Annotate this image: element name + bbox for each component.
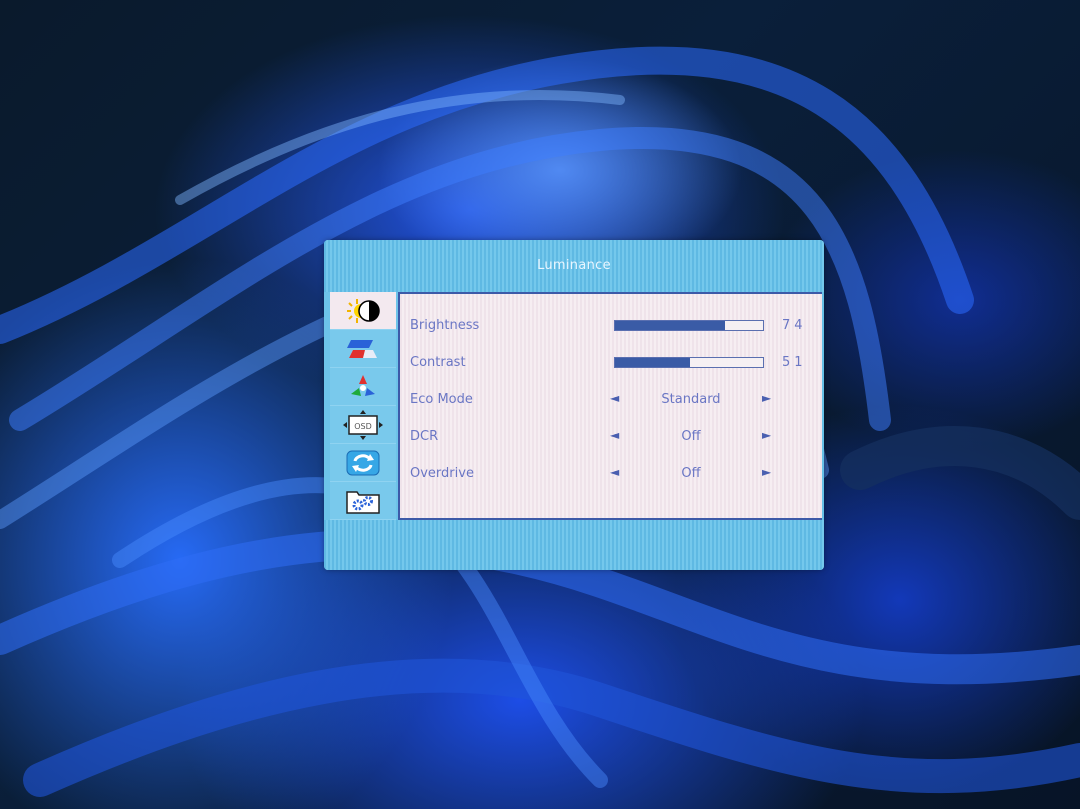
overdrive-value: Off xyxy=(681,466,701,481)
tab-extra[interactable] xyxy=(330,482,396,520)
tab-image-setup[interactable] xyxy=(330,330,396,368)
dcr-left-arrow-icon[interactable]: ◄ xyxy=(610,428,619,442)
setting-dcr[interactable]: DCR ◄ Off ► xyxy=(400,419,822,456)
osd-tab-column: OSD xyxy=(324,292,398,520)
overdrive-right-arrow-icon[interactable]: ► xyxy=(762,465,771,479)
tab-color-setup[interactable] xyxy=(330,368,396,406)
eco-mode-left-arrow-icon[interactable]: ◄ xyxy=(610,391,619,405)
overdrive-label: Overdrive xyxy=(410,466,474,481)
brightness-value: 74 xyxy=(782,318,807,333)
dcr-right-arrow-icon[interactable]: ► xyxy=(762,428,771,442)
dcr-label: DCR xyxy=(410,429,439,444)
svg-text:OSD: OSD xyxy=(354,422,372,431)
setting-eco-mode[interactable]: Eco Mode ◄ Standard ► xyxy=(400,382,822,419)
eco-mode-label: Eco Mode xyxy=(410,392,473,407)
color-setup-icon xyxy=(343,372,383,402)
brightness-slider[interactable] xyxy=(614,320,764,331)
tab-reset[interactable] xyxy=(330,444,396,482)
monitor-osd-menu: Luminance OSD Brightness 74 Contrast 51 … xyxy=(324,240,824,570)
contrast-value: 51 xyxy=(782,355,807,370)
dcr-value: Off xyxy=(681,429,701,444)
setting-contrast[interactable]: Contrast 51 xyxy=(400,345,822,382)
setting-overdrive[interactable]: Overdrive ◄ Off ► xyxy=(400,456,822,493)
brightness-contrast-icon xyxy=(343,296,383,326)
osd-setup-icon: OSD xyxy=(343,409,383,440)
brightness-label: Brightness xyxy=(410,318,480,333)
setting-brightness[interactable]: Brightness 74 xyxy=(400,308,822,345)
eco-mode-right-arrow-icon[interactable]: ► xyxy=(762,391,771,405)
osd-footer xyxy=(324,520,824,570)
contrast-slider-fill xyxy=(615,358,691,367)
osd-header: Luminance xyxy=(324,240,824,292)
reset-icon xyxy=(343,448,383,478)
osd-title: Luminance xyxy=(537,258,611,273)
contrast-label: Contrast xyxy=(410,355,466,370)
overdrive-left-arrow-icon[interactable]: ◄ xyxy=(610,465,619,479)
gears-icon xyxy=(343,486,383,516)
osd-content-panel: Brightness 74 Contrast 51 Eco Mode ◄ Sta… xyxy=(398,292,822,520)
tab-luminance[interactable] xyxy=(330,292,396,330)
contrast-slider[interactable] xyxy=(614,357,764,368)
eco-mode-value: Standard xyxy=(661,392,721,407)
image-setup-icon xyxy=(343,334,383,364)
tab-osd-setup[interactable]: OSD xyxy=(330,406,396,444)
brightness-slider-fill xyxy=(615,321,725,330)
